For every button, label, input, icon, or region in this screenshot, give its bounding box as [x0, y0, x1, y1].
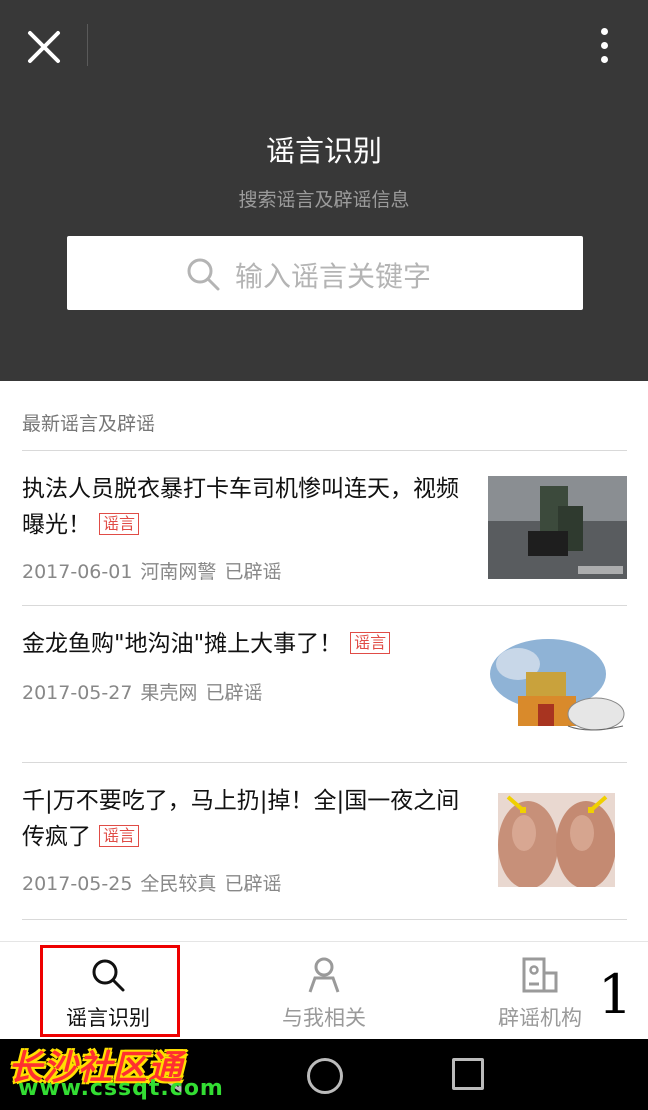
highlight-box — [40, 945, 180, 1037]
divider — [22, 919, 627, 920]
item-date: 2017-06-01 — [22, 561, 133, 583]
item-date: 2017-05-27 — [22, 682, 133, 704]
search-placeholder: 输入谣言关键字 — [235, 260, 432, 293]
building-icon — [522, 957, 558, 993]
item-meta: 2017-05-27 果壳网 已辟谣 — [22, 678, 270, 705]
item-title: 执法人员脱衣暴打卡车司机惨叫连天，视频曝光！ 谣言 — [22, 476, 459, 538]
item-meta: 2017-06-01 河南网警 已辟谣 — [22, 557, 289, 584]
item-date: 2017-05-25 — [22, 873, 133, 895]
header: 谣言识别 搜索谣言及辟谣信息 输入谣言关键字 — [0, 0, 648, 381]
item-source: 河南网警 — [140, 561, 217, 583]
page-title: 谣言识别 — [265, 134, 382, 168]
section-title: 最新谣言及辟谣 — [22, 413, 156, 435]
rumor-tag: 谣言 — [99, 825, 140, 847]
item-status: 已辟谣 — [224, 561, 282, 583]
tab-related-to-me[interactable]: 与我相关 — [234, 942, 414, 1039]
recent-apps-icon[interactable] — [452, 1058, 484, 1090]
page-subtitle: 搜索谣言及辟谣信息 — [238, 189, 410, 211]
home-icon[interactable] — [307, 1058, 343, 1094]
close-icon[interactable] — [22, 25, 66, 69]
item-source: 果壳网 — [140, 682, 198, 704]
item-title: 金龙鱼购"地沟油"摊上大事了！ 谣言 — [22, 626, 477, 662]
item-status: 已辟谣 — [205, 682, 263, 704]
tab-label: 与我相关 — [282, 1006, 366, 1030]
search-input[interactable]: 输入谣言关键字 — [67, 236, 583, 310]
item-status: 已辟谣 — [224, 873, 282, 895]
item-source: 全民较真 — [140, 873, 217, 895]
item-thumbnail — [488, 476, 627, 579]
annotation-number: 1 — [598, 963, 633, 1026]
watermark-url: www.cssqt.com — [18, 1076, 224, 1101]
rumor-tag: 谣言 — [350, 632, 391, 654]
item-meta: 2017-05-25 全民较真 已辟谣 — [22, 869, 289, 896]
rumor-tag: 谣言 — [99, 513, 140, 535]
divider — [87, 24, 88, 66]
list-item[interactable]: 执法人员脱衣暴打卡车司机惨叫连天，视频曝光！ 谣言 2017-06-01 河南网警已… — [0, 451, 648, 606]
tab-bar: 谣言识别 与我相关 辟谣机构 1 — [0, 941, 648, 1040]
more-menu-icon[interactable] — [588, 24, 622, 68]
search-icon — [187, 258, 220, 291]
list-item[interactable]: 千|万不要吃了，马上扔|掉！全|国一夜之间传疯了 谣言 2017-05-25 全民较… — [0, 763, 648, 920]
item-thumbnail — [488, 634, 627, 737]
list-item[interactable]: 金龙鱼购"地沟油"摊上大事了！ 谣言 2017-05-27 果壳网 已辟谣 — [0, 606, 648, 763]
item-title: 千|万不要吃了，马上扔|掉！全|国一夜之间传疯了 谣言 — [22, 788, 460, 850]
person-icon — [308, 957, 340, 993]
item-thumbnail — [498, 793, 615, 887]
